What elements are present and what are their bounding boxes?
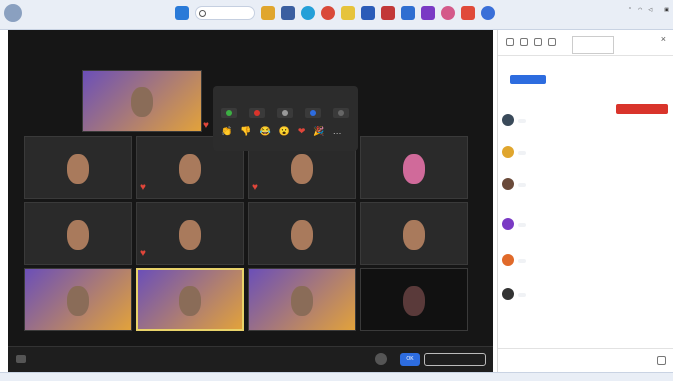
participant-video [179, 219, 201, 250]
bottom-status-strip [0, 372, 673, 381]
app-icon[interactable] [421, 6, 435, 20]
message-text [518, 293, 526, 297]
chrome-icon[interactable] [321, 6, 335, 20]
close-icon[interactable]: × [661, 34, 666, 44]
heart-reaction-icon: ♥ [140, 182, 146, 193]
heart-emoji-icon[interactable]: ❤ [298, 126, 306, 137]
reaction-green-button[interactable] [221, 108, 237, 118]
header-tool-icon[interactable] [534, 38, 542, 46]
surprised-emoji-icon[interactable]: 😮 [279, 126, 290, 137]
participant-video [403, 153, 425, 184]
captions-icon[interactable] [16, 355, 26, 363]
participant-tile[interactable] [136, 202, 244, 265]
participant-video [291, 285, 313, 316]
reaction-gray-button[interactable] [277, 108, 293, 118]
active-speaker-tile[interactable] [136, 268, 244, 331]
reaction-blue-button[interactable] [305, 108, 321, 118]
participant-tile[interactable] [248, 202, 356, 265]
app-icon[interactable] [341, 6, 355, 20]
header-tool-icon[interactable] [520, 38, 528, 46]
notification-icon[interactable]: ▣ [664, 7, 669, 13]
participant-video [403, 219, 425, 250]
message-text [518, 223, 526, 227]
meet-app-icon[interactable] [481, 6, 495, 20]
clap-emoji-icon[interactable]: 👏 [221, 126, 232, 137]
header-tool-icon[interactable] [506, 38, 514, 46]
taskbar-apps [175, 6, 495, 20]
volume-icon[interactable]: ◁ [648, 7, 652, 13]
party-emoji-icon[interactable]: 🎉 [313, 126, 324, 137]
laugh-emoji-icon[interactable]: 😂 [259, 126, 270, 137]
participant-tile[interactable] [360, 268, 468, 331]
heart-reaction-icon: ♥ [140, 248, 146, 259]
message-text [518, 119, 526, 123]
message-text [518, 183, 526, 187]
message-text [518, 259, 526, 263]
avatar [502, 288, 514, 300]
participant-video [67, 219, 89, 250]
chat-header: × [498, 30, 673, 56]
more-emoji-icon[interactable]: … [333, 126, 342, 137]
reaction-color-row [221, 108, 349, 118]
heart-reaction-icon: ♥ [252, 182, 258, 193]
participant-tile[interactable] [360, 136, 468, 199]
participant-tile[interactable] [82, 70, 202, 132]
emoji-row: 👏 👎 😂 😮 ❤ 🎉 … [221, 126, 342, 137]
participant-video [403, 285, 425, 316]
participant-video [179, 285, 201, 316]
status-dot-icon[interactable] [375, 353, 387, 365]
meeting-control-bar: OK [8, 346, 493, 372]
app-icon[interactable] [401, 6, 415, 20]
meeting-stage: ♥ ♥ ♥ ♥ 👏 👎 😂 😮 ❤ 🎉 … [8, 30, 493, 372]
chat-alert-button[interactable] [616, 104, 668, 114]
chevron-up-icon[interactable]: ⌃ [628, 7, 632, 13]
participant-video [67, 153, 89, 184]
wifi-icon[interactable]: ◠ [638, 7, 642, 13]
app-icon[interactable] [461, 6, 475, 20]
participant-tile[interactable] [24, 202, 132, 265]
taskbar-search[interactable] [195, 6, 255, 20]
chat-panel: × [497, 30, 673, 372]
avatar [502, 178, 514, 190]
app-icon[interactable] [441, 6, 455, 20]
reaction-extra-button[interactable] [333, 108, 349, 118]
app-icon[interactable] [381, 6, 395, 20]
edge-icon[interactable] [301, 6, 315, 20]
file-explorer-icon[interactable] [261, 6, 275, 20]
account-area[interactable] [4, 4, 26, 22]
app-icon[interactable] [281, 6, 295, 20]
participant-video [291, 153, 313, 184]
avatar [502, 254, 514, 266]
send-icon[interactable] [657, 356, 666, 365]
word-icon[interactable] [361, 6, 375, 20]
chat-tooltip [572, 36, 614, 54]
participant-video [179, 153, 201, 184]
avatar [502, 146, 514, 158]
heart-reaction-icon: ♥ [203, 120, 209, 131]
reaction-red-button[interactable] [249, 108, 265, 118]
participant-tile[interactable] [24, 136, 132, 199]
account-avatar[interactable] [4, 4, 22, 22]
avatar [502, 218, 514, 230]
participant-tile[interactable] [24, 268, 132, 331]
windows-start-icon[interactable] [175, 6, 189, 20]
participant-tile[interactable] [360, 202, 468, 265]
thumbs-down-emoji-icon[interactable]: 👎 [240, 126, 251, 137]
chat-compose [498, 348, 673, 372]
chat-action-button[interactable] [510, 75, 546, 84]
system-title-bar: ⌃ ◠ ◁ ▣ [0, 0, 673, 30]
participant-video [131, 87, 153, 118]
system-tray: ⌃ ◠ ◁ ▣ [628, 7, 669, 13]
avatar [502, 114, 514, 126]
reactions-popup: 👏 👎 😂 😮 ❤ 🎉 … [213, 86, 358, 151]
ok-button[interactable]: OK [400, 353, 420, 366]
participant-video [67, 285, 89, 316]
header-tool-icon[interactable] [548, 38, 556, 46]
participant-tile[interactable] [248, 268, 356, 331]
participant-video [291, 219, 313, 250]
leave-button[interactable] [424, 353, 486, 366]
message-text [518, 151, 526, 155]
